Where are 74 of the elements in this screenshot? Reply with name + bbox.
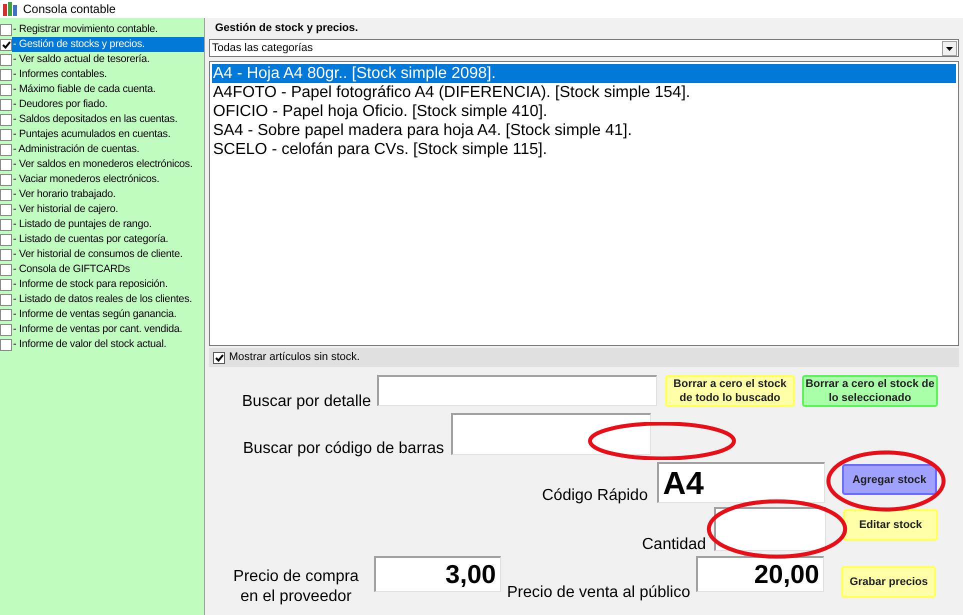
action-button[interactable]: Editar stock (843, 509, 938, 541)
checkbox[interactable] (0, 54, 12, 66)
checkbox[interactable] (0, 188, 12, 200)
checkbox[interactable] (0, 84, 12, 96)
sidebar-item[interactable]: - Listado de datos reales de los clientes. (12, 292, 196, 307)
action-button[interactable]: Borrar a cero el stock de lo seleccionado (802, 375, 938, 407)
list-item[interactable]: A4 - Hoja A4 80gr.. [Stock simple 2098]. (212, 64, 956, 83)
sidebar-item[interactable]: - Listado de puntajes de rango. (12, 217, 156, 232)
sidebar-item[interactable]: - Deudores por fiado. (12, 97, 112, 112)
input-field[interactable]: 3,00 (374, 556, 501, 592)
checkbox[interactable] (0, 294, 12, 306)
checkbox[interactable] (0, 234, 12, 246)
checkbox[interactable] (213, 352, 225, 364)
checkbox[interactable] (0, 158, 12, 170)
books-icon (3, 2, 17, 16)
checkbox[interactable] (0, 264, 12, 276)
sidebar-item[interactable]: - Ver historial de cajero. (12, 202, 122, 217)
category-dropdown[interactable]: Todas las categorías (209, 39, 959, 57)
sidebar-item[interactable]: - Ver saldo actual de tesorería. (12, 52, 154, 67)
checkbox[interactable] (0, 114, 12, 126)
sidebar-item[interactable]: - Administración de cuentas. (12, 142, 144, 157)
sidebar-item[interactable]: - Listado de cuentas por categoría. (12, 232, 172, 247)
input-field[interactable] (451, 413, 651, 455)
action-button[interactable]: Borrar a cero el stock de todo lo buscado (664, 375, 795, 407)
checkbox[interactable] (0, 24, 12, 36)
sidebar-item[interactable]: - Informe de ventas según ganancia. (12, 307, 180, 322)
sidebar-item[interactable]: - Informe de valor del stock actual. (12, 337, 170, 352)
input-field[interactable] (714, 507, 826, 551)
checkbox[interactable] (0, 338, 12, 350)
checkbox[interactable] (0, 324, 12, 336)
list-item[interactable]: A4FOTO - Papel fotográfico A4 (DIFERENCIA). [Stock simple 154]. (212, 83, 956, 102)
list-item[interactable]: SCELO - celofán para CVs. [Stock simple 115]. (212, 140, 956, 159)
sidebar-item[interactable]: - Ver saldos en monederos electrónicos. (12, 157, 197, 172)
sidebar-item[interactable]: - Consola de GIFTCARDs (12, 262, 134, 277)
field-label: Precio de compra en el proveedor (232, 567, 360, 607)
field-label: Buscar por código de barras (243, 439, 444, 459)
checkbox[interactable] (0, 98, 12, 110)
sidebar-item[interactable]: - Saldos depositados en las cuentas. (12, 112, 182, 127)
input-field[interactable] (376, 375, 657, 406)
checkbox[interactable] (0, 174, 12, 186)
checkbox[interactable] (0, 128, 12, 140)
sidebar-item[interactable]: - Informes contables. (12, 67, 111, 82)
checkbox[interactable] (0, 144, 12, 156)
sidebar-item[interactable]: - Informe de stock para reposición. (12, 277, 172, 292)
field-label: Código Rápido (542, 486, 648, 506)
sidebar-item[interactable]: - Puntajes acumulados en cuentas. (12, 127, 174, 142)
input-field[interactable]: 20,00 (696, 556, 824, 592)
input-field[interactable]: A4 (656, 462, 825, 503)
window-title: Consola contable (23, 1, 116, 18)
list-item[interactable]: OFICIO - Papel hoja Oficio. [Stock simple 410]. (212, 102, 956, 121)
checkbox[interactable] (0, 68, 12, 80)
sidebar-item[interactable]: - Gestión de stocks y precios. (12, 37, 204, 52)
action-button[interactable]: Grabar precios (841, 566, 936, 598)
sidebar-item[interactable]: - Informe de ventas por cant. vendida. (12, 322, 186, 337)
field-label: Precio de venta al público (507, 583, 690, 603)
field-label: Cantidad (642, 535, 706, 555)
check-icon (2, 40, 10, 48)
sidebar-item[interactable]: - Registrar movimiento contable. (12, 22, 162, 37)
checkbox-label: Mostrar artículos sin stock. (229, 350, 360, 366)
list-item[interactable]: SA4 - Sobre papel madera para hoja A4. [Stock simple 41]. (212, 121, 956, 140)
field-label: Buscar por detalle (242, 392, 371, 412)
group-title: Gestión de stock y precios. (214, 22, 360, 35)
sidebar-item[interactable]: - Máximo fiable de cada cuenta. (12, 82, 160, 97)
check-icon (214, 354, 224, 362)
checkbox[interactable] (0, 38, 12, 50)
sidebar-item[interactable]: - Ver historial de consumos de cliente. (12, 247, 187, 262)
checkbox[interactable] (0, 204, 12, 216)
sidebar-item[interactable]: - Vaciar monederos electrónicos. (12, 172, 164, 187)
checkbox[interactable] (0, 278, 12, 290)
checkbox[interactable] (0, 308, 12, 320)
checkbox[interactable] (0, 218, 12, 230)
sidebar-item[interactable]: - Ver horario trabajado. (12, 187, 120, 202)
checkbox[interactable] (0, 248, 12, 260)
action-button[interactable]: Agregar stock (842, 464, 937, 495)
